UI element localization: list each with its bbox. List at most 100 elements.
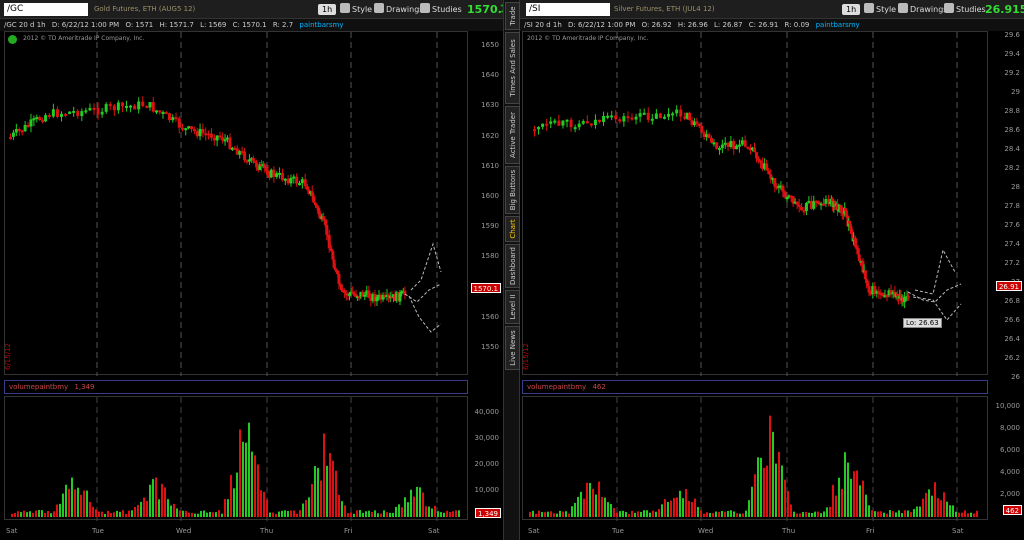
- candle: [88, 107, 92, 111]
- volume-bar: [11, 513, 13, 517]
- right-symbol-input[interactable]: /SI: [526, 3, 610, 16]
- left-volume-tag: 1,349: [474, 508, 501, 518]
- flask-icon: [944, 3, 954, 13]
- time-tick-label: Sat: [952, 527, 964, 535]
- volume-bar: [86, 490, 88, 517]
- volume-bar: [305, 500, 307, 517]
- side-tab-trade[interactable]: Trade: [505, 2, 520, 30]
- side-tab-live-news[interactable]: Live News: [505, 326, 520, 370]
- candle: [137, 101, 141, 110]
- volume-bar: [167, 499, 169, 517]
- candle: [804, 203, 808, 211]
- axis-tick-label: 28.6: [1004, 126, 1020, 134]
- volume-bar: [83, 490, 85, 517]
- volume-bar: [23, 510, 25, 517]
- volume-bar: [706, 512, 708, 517]
- axis-tick-label: 4,000: [999, 468, 1020, 476]
- volume-bar: [658, 509, 660, 517]
- volume-bar: [392, 512, 394, 517]
- candle: [646, 112, 650, 120]
- right-style-button[interactable]: Style: [864, 3, 896, 16]
- right-period-selector[interactable]: 1h: [842, 4, 861, 15]
- volume-bar: [889, 510, 891, 517]
- volume-bar: [622, 510, 624, 517]
- candle: [100, 111, 104, 115]
- left-style-button[interactable]: Style: [340, 3, 372, 16]
- candle: [844, 208, 847, 212]
- candle: [622, 116, 626, 122]
- candle: [593, 119, 597, 125]
- volume-bar: [353, 513, 355, 517]
- candle: [325, 224, 329, 235]
- right-studies-button[interactable]: Studies: [944, 3, 986, 16]
- volume-bar: [640, 512, 642, 517]
- volume-bar: [386, 512, 388, 517]
- side-tab-dashboard[interactable]: Dashboard: [505, 244, 520, 288]
- candle: [141, 101, 145, 107]
- candle: [577, 123, 581, 128]
- candle: [300, 179, 304, 184]
- volume-bar: [284, 510, 286, 517]
- volume-bar: [362, 512, 364, 517]
- volume-bar: [110, 513, 112, 517]
- volume-bar: [838, 477, 840, 517]
- volume-bar: [29, 511, 31, 517]
- candle: [667, 113, 671, 117]
- volume-bar: [335, 470, 337, 517]
- left-drawings-button[interactable]: Drawings: [374, 3, 423, 16]
- candle: [108, 104, 112, 107]
- candle: [84, 110, 88, 113]
- volume-bar: [428, 506, 430, 517]
- right-price-plot[interactable]: 2012 © TD Ameritrade IP Company, Inc. Lo…: [522, 31, 988, 376]
- volume-bar: [98, 511, 100, 517]
- volume-bar: [422, 492, 424, 517]
- volume-bar: [374, 510, 376, 517]
- volume-bar: [616, 512, 618, 517]
- side-tab-times-and-sales[interactable]: Times And Sales: [505, 32, 520, 104]
- volume-bar: [919, 506, 921, 517]
- volume-bar: [233, 488, 235, 517]
- volume-bar: [116, 510, 118, 517]
- volume-bar: [44, 512, 46, 517]
- right-drawings-button[interactable]: Drawings: [898, 3, 947, 16]
- left-price-plot[interactable]: 2012 © TD Ameritrade IP Company, Inc.: [4, 31, 468, 376]
- left-info-title: /GC 20 d 1h: [4, 21, 46, 29]
- alert-icon[interactable]: [8, 35, 17, 44]
- volume-bar: [188, 512, 190, 517]
- candle: [561, 120, 565, 126]
- right-volume-plot[interactable]: [522, 396, 988, 521]
- volume-bar: [287, 511, 289, 517]
- left-symbol-input[interactable]: /GC: [4, 3, 88, 16]
- side-tab-active-trader[interactable]: Active Trader: [505, 106, 520, 164]
- volume-bar: [634, 512, 636, 517]
- style-icon: [340, 3, 350, 13]
- volume-bar: [604, 497, 606, 517]
- candle: [11, 132, 15, 137]
- axis-tick-label: 29.4: [1004, 50, 1020, 58]
- candle: [255, 162, 259, 168]
- volume-bar: [257, 464, 259, 517]
- candle: [715, 142, 719, 149]
- left-studies-button[interactable]: Studies: [420, 3, 462, 16]
- candle: [322, 216, 326, 221]
- side-tab-chart[interactable]: Chart: [505, 216, 520, 242]
- candle: [718, 147, 722, 150]
- volume-bar: [697, 507, 699, 517]
- volume-bar: [748, 500, 750, 517]
- volume-bar: [691, 502, 693, 517]
- left-price-axis[interactable]: 1650164016301620161016001590158015701560…: [468, 31, 503, 375]
- volume-bar: [715, 511, 717, 517]
- right-price-axis[interactable]: 29.6 29.4 29.2 29 28.8 28.6 28.4 28.2 28 27.8 27.6…: [988, 31, 1024, 381]
- volume-bar: [38, 510, 40, 517]
- left-period-selector[interactable]: 1h: [318, 4, 337, 15]
- candle: [348, 293, 351, 296]
- candle: [41, 120, 45, 123]
- axis-tick-label: 26.4: [1004, 335, 1020, 343]
- left-volume-plot[interactable]: [4, 396, 468, 521]
- volume-bar: [20, 512, 22, 517]
- volume-bar: [688, 500, 690, 517]
- side-tab-level-ii[interactable]: Level II: [505, 290, 520, 324]
- right-last-price: 26.915: [985, 3, 1024, 16]
- side-tab-big-buttons[interactable]: Big Buttons: [505, 166, 520, 214]
- volume-bar: [92, 506, 94, 517]
